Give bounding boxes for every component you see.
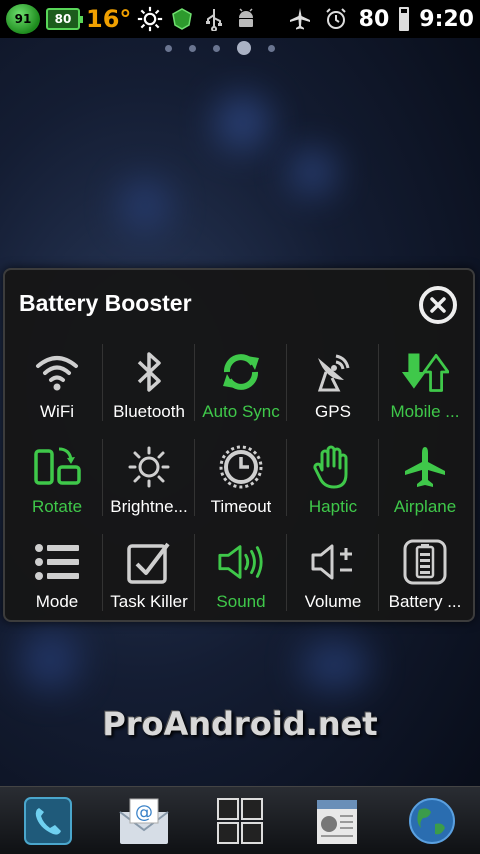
toggle-rotate[interactable]: Rotate bbox=[11, 431, 103, 526]
sun-icon bbox=[137, 6, 163, 32]
toggle-brightness[interactable]: Brightne... bbox=[103, 431, 195, 526]
battery-percent: 80 bbox=[358, 6, 390, 32]
app-grid-icon bbox=[217, 797, 263, 844]
toggle-gps[interactable]: GPS bbox=[287, 336, 379, 431]
usb-icon bbox=[201, 6, 227, 32]
toggle-label: Bluetooth bbox=[113, 402, 185, 421]
alarm-icon bbox=[323, 6, 349, 32]
sync-icon bbox=[217, 348, 265, 396]
android-debug-icon bbox=[233, 6, 259, 32]
toggle-label: Airplane bbox=[393, 497, 457, 516]
toggle-label: GPS bbox=[315, 402, 351, 421]
email-icon: @ bbox=[119, 798, 169, 844]
battery-booster-panel: Battery Booster WiFi Bluetooth Auto Sync bbox=[3, 268, 475, 622]
background-light bbox=[120, 180, 170, 230]
toggle-label: Mobile ... bbox=[390, 402, 460, 421]
toggle-label: Sound bbox=[216, 592, 266, 611]
status-bar: 91 80 16° 80 9:20 bbox=[0, 0, 480, 38]
toggle-label: Auto Sync bbox=[202, 402, 280, 421]
wifi-icon bbox=[33, 348, 81, 396]
toggle-label: Haptic bbox=[308, 497, 358, 516]
battery-level-icon bbox=[399, 7, 410, 31]
toggle-label: Volume bbox=[304, 592, 362, 611]
battery-widget-value: 80 bbox=[54, 12, 72, 26]
browser-app[interactable] bbox=[405, 794, 459, 848]
timeout-icon bbox=[217, 443, 265, 491]
toggle-task-killer[interactable]: Task Killer bbox=[103, 526, 195, 621]
rotate-icon bbox=[33, 443, 81, 491]
page-dot[interactable] bbox=[268, 44, 275, 52]
toggle-label: Mode bbox=[35, 592, 79, 611]
page-dot[interactable] bbox=[213, 44, 220, 52]
watermark: ProAndroid.net bbox=[102, 705, 378, 743]
brightness-icon bbox=[125, 443, 173, 491]
phone-app[interactable] bbox=[21, 794, 75, 848]
panel-title: Battery Booster bbox=[19, 290, 192, 316]
sound-icon bbox=[217, 538, 265, 586]
globe-icon bbox=[409, 797, 455, 844]
news-app[interactable] bbox=[309, 794, 363, 848]
close-button[interactable] bbox=[419, 286, 457, 324]
cpu-value: 91 bbox=[14, 12, 32, 26]
shield-icon bbox=[169, 6, 195, 32]
page-dot[interactable] bbox=[189, 44, 196, 52]
bluetooth-icon bbox=[125, 348, 173, 396]
background-light bbox=[215, 95, 270, 150]
app-drawer[interactable] bbox=[213, 794, 267, 848]
toggle-label: Brightne... bbox=[110, 497, 188, 516]
toggle-bluetooth[interactable]: Bluetooth bbox=[103, 336, 195, 431]
toggle-volume[interactable]: Volume bbox=[287, 526, 379, 621]
page-dot-active[interactable] bbox=[237, 41, 251, 55]
toggle-battery[interactable]: Battery ... bbox=[379, 526, 471, 621]
toggle-mobile-data[interactable]: Mobile ... bbox=[379, 336, 471, 431]
battery-widget-indicator: 80 bbox=[46, 8, 83, 30]
app-dock: @ bbox=[0, 786, 480, 854]
background-light bbox=[20, 630, 80, 690]
close-icon bbox=[430, 297, 446, 313]
toggle-mode[interactable]: Mode bbox=[11, 526, 103, 621]
background-light bbox=[300, 640, 370, 690]
toggle-label: Timeout bbox=[210, 497, 272, 516]
toggle-airplane[interactable]: Airplane bbox=[379, 431, 471, 526]
phone-icon bbox=[24, 796, 72, 845]
toggle-haptic[interactable]: Haptic bbox=[287, 431, 379, 526]
toggle-auto-sync[interactable]: Auto Sync bbox=[195, 336, 287, 431]
svg-text:@: @ bbox=[135, 802, 153, 823]
toggle-label: Task Killer bbox=[110, 592, 188, 611]
toggle-wifi[interactable]: WiFi bbox=[11, 336, 103, 431]
news-icon bbox=[317, 799, 357, 844]
task-killer-icon bbox=[125, 538, 173, 586]
airplane-icon bbox=[401, 443, 449, 491]
clock: 9:20 bbox=[419, 6, 474, 32]
toggle-sound[interactable]: Sound bbox=[195, 526, 287, 621]
email-app[interactable]: @ bbox=[117, 794, 171, 848]
mobile-data-icon bbox=[401, 348, 449, 396]
battery-icon bbox=[401, 538, 449, 586]
cpu-indicator: 91 bbox=[6, 4, 40, 34]
page-dot[interactable] bbox=[165, 44, 172, 52]
toggle-timeout[interactable]: Timeout bbox=[195, 431, 287, 526]
haptic-icon bbox=[309, 443, 357, 491]
temperature: 16° bbox=[86, 5, 132, 33]
mode-icon bbox=[33, 538, 81, 586]
airplane-mode-icon bbox=[287, 6, 313, 32]
toggle-grid: WiFi Bluetooth Auto Sync GPS Mobile ... … bbox=[11, 336, 471, 621]
toggle-label: Battery ... bbox=[388, 592, 462, 611]
gps-icon bbox=[309, 348, 357, 396]
volume-icon bbox=[309, 538, 357, 586]
background-light bbox=[290, 150, 335, 195]
toggle-label: WiFi bbox=[40, 402, 74, 421]
page-indicator bbox=[0, 41, 480, 55]
toggle-label: Rotate bbox=[31, 497, 83, 516]
